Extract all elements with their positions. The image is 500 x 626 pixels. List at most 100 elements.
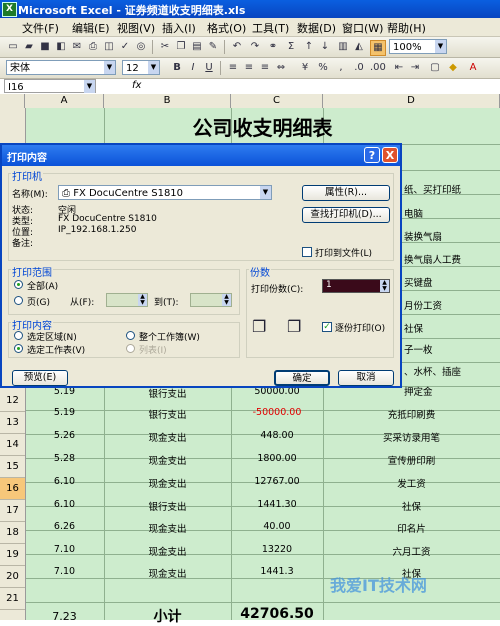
row-header-16[interactable]: 16 xyxy=(0,478,25,500)
underline-button[interactable]: U xyxy=(202,61,216,75)
comment-label: 备注: xyxy=(12,239,34,249)
date-cell: 5.28 xyxy=(53,453,76,464)
properties-button[interactable]: 属性(R)... xyxy=(302,185,390,201)
amount-cell: -50000.00 xyxy=(252,407,302,418)
close-button[interactable]: X xyxy=(382,147,398,163)
print-range-label: 打印范围 xyxy=(11,264,53,279)
print-to-file-checkbox[interactable] xyxy=(302,247,312,257)
autosum-icon[interactable]: Σ xyxy=(284,40,298,54)
permission-icon[interactable]: ◧ xyxy=(54,40,68,54)
column-header-b[interactable]: B xyxy=(104,94,231,108)
align-left-icon[interactable]: ≡ xyxy=(226,61,240,75)
align-center-icon[interactable]: ≡ xyxy=(242,61,256,75)
from-page-stepper[interactable]: ▲ ▼ xyxy=(106,293,148,307)
print-icon[interactable]: ⎙ xyxy=(86,40,100,54)
format-painter-icon[interactable]: ✎ xyxy=(206,40,220,54)
percent-button[interactable]: % xyxy=(316,61,330,75)
chart-wizard-icon[interactable]: ▥ xyxy=(336,40,350,54)
menu-insert[interactable]: 插入(I) xyxy=(162,20,196,36)
menu-edit[interactable]: 编辑(E) xyxy=(72,20,110,36)
list-radio[interactable] xyxy=(126,344,135,353)
font-name-select[interactable]: 宋体 ▼ xyxy=(6,60,116,75)
row-header-17[interactable]: 17 xyxy=(0,500,25,522)
name-box[interactable]: I16 ▼ xyxy=(4,79,96,93)
row-header-12[interactable]: 12 xyxy=(0,390,25,412)
dialog-title: 打印内容 xyxy=(7,153,47,164)
range-pages-radio[interactable] xyxy=(14,296,23,305)
cancel-button[interactable]: 取消 xyxy=(338,370,394,386)
list-label: 列表(I) xyxy=(139,346,167,356)
sort-desc-icon[interactable]: ↓ xyxy=(318,40,332,54)
decrease-indent-icon[interactable]: ⇤ xyxy=(392,61,406,75)
help-button[interactable]: ? xyxy=(364,147,380,163)
find-printer-button[interactable]: 查找打印机(D)... xyxy=(302,207,390,223)
preview-button[interactable]: 预览(E) xyxy=(12,370,68,386)
drawing-icon[interactable]: ◭ xyxy=(352,40,366,54)
new-file-icon[interactable]: ▭ xyxy=(6,40,20,54)
location-value: IP_192.168.1.250 xyxy=(58,225,137,235)
column-header-c[interactable]: C xyxy=(231,94,323,108)
selection-radio[interactable] xyxy=(14,331,23,340)
row-header-15[interactable]: 15 xyxy=(0,456,25,478)
range-all-radio[interactable] xyxy=(14,280,23,289)
row-header-19[interactable]: 19 xyxy=(0,544,25,566)
menu-tools[interactable]: 工具(T) xyxy=(252,20,289,36)
paste-icon[interactable]: ▤ xyxy=(190,40,204,54)
menu-format[interactable]: 格式(O) xyxy=(207,20,246,36)
active-sheet-radio[interactable] xyxy=(14,344,23,353)
save-icon[interactable]: ■ xyxy=(38,40,52,54)
borders-icon[interactable]: ▢ xyxy=(428,61,442,75)
row-header-20[interactable]: 20 xyxy=(0,566,25,588)
menu-window[interactable]: 窗口(W) xyxy=(342,20,383,36)
font-color-icon[interactable]: A xyxy=(466,61,480,75)
currency-icon[interactable]: ¥ xyxy=(298,61,312,75)
italic-button[interactable]: I xyxy=(186,61,200,75)
to-page-stepper[interactable]: ▲ ▼ xyxy=(190,293,232,307)
copy-icon[interactable]: ❐ xyxy=(174,40,188,54)
print-preview-icon[interactable]: ◫ xyxy=(102,40,116,54)
column-header-d[interactable]: D xyxy=(323,94,500,108)
printer-name-value: FX DocuCentre S1810 xyxy=(73,188,184,199)
comma-style-icon[interactable]: , xyxy=(334,61,348,75)
row-header-21[interactable]: 21 xyxy=(0,588,25,610)
column-header-a[interactable]: A xyxy=(25,94,104,108)
increase-decimal-icon[interactable]: .0 xyxy=(352,61,366,75)
spelling-icon[interactable]: ✓ xyxy=(118,40,132,54)
bold-button[interactable]: B xyxy=(170,61,184,75)
printer-name-select[interactable]: ⎙ FX DocuCentre S1810 ▼ xyxy=(58,185,272,200)
whole-workbook-radio[interactable] xyxy=(126,331,135,340)
menu-view[interactable]: 视图(V) xyxy=(117,20,155,36)
zoom-select[interactable]: 100% ▼ xyxy=(389,39,447,54)
row-header-13[interactable]: 13 xyxy=(0,412,25,434)
row-header-14[interactable]: 14 xyxy=(0,434,25,456)
menu-data[interactable]: 数据(D) xyxy=(297,20,336,36)
collate-checkbox[interactable]: ✓ xyxy=(322,322,332,332)
sort-asc-icon[interactable]: ↑ xyxy=(302,40,316,54)
align-right-icon[interactable]: ≡ xyxy=(258,61,272,75)
hyperlink-icon[interactable]: ⚭ xyxy=(266,40,280,54)
open-folder-icon[interactable]: ▰ xyxy=(22,40,36,54)
formula-input[interactable] xyxy=(150,79,498,93)
format-cells-icon[interactable]: ▦ xyxy=(370,40,386,56)
email-icon[interactable]: ✉ xyxy=(70,40,84,54)
fill-color-icon[interactable]: ◆ xyxy=(446,61,460,75)
merge-center-icon[interactable]: ⇔ xyxy=(274,61,288,75)
type-value: FX DocuCentre S1810 xyxy=(58,214,157,224)
increase-indent-icon[interactable]: ⇥ xyxy=(408,61,422,75)
undo-icon[interactable]: ↶ xyxy=(230,40,244,54)
select-all-corner[interactable] xyxy=(0,94,25,108)
row-header-18[interactable]: 18 xyxy=(0,522,25,544)
cut-icon[interactable]: ✂ xyxy=(158,40,172,54)
font-size-select[interactable]: 12 ▼ xyxy=(122,60,160,75)
fx-icon[interactable]: fx xyxy=(132,80,141,91)
research-icon[interactable]: ◎ xyxy=(134,40,148,54)
ok-button[interactable]: 确定 xyxy=(274,370,330,386)
copies-stepper[interactable]: 1 ▲ ▼ xyxy=(322,279,390,293)
menu-file[interactable]: 文件(F) xyxy=(22,20,59,36)
redo-icon[interactable]: ↷ xyxy=(248,40,262,54)
copies-count-label: 打印份数(C): xyxy=(251,285,304,295)
menu-help[interactable]: 帮助(H) xyxy=(387,20,426,36)
decrease-decimal-icon[interactable]: .00 xyxy=(370,61,386,75)
font-name-value: 宋体 xyxy=(10,63,30,74)
collate-label: 逐份打印(O) xyxy=(335,324,386,334)
